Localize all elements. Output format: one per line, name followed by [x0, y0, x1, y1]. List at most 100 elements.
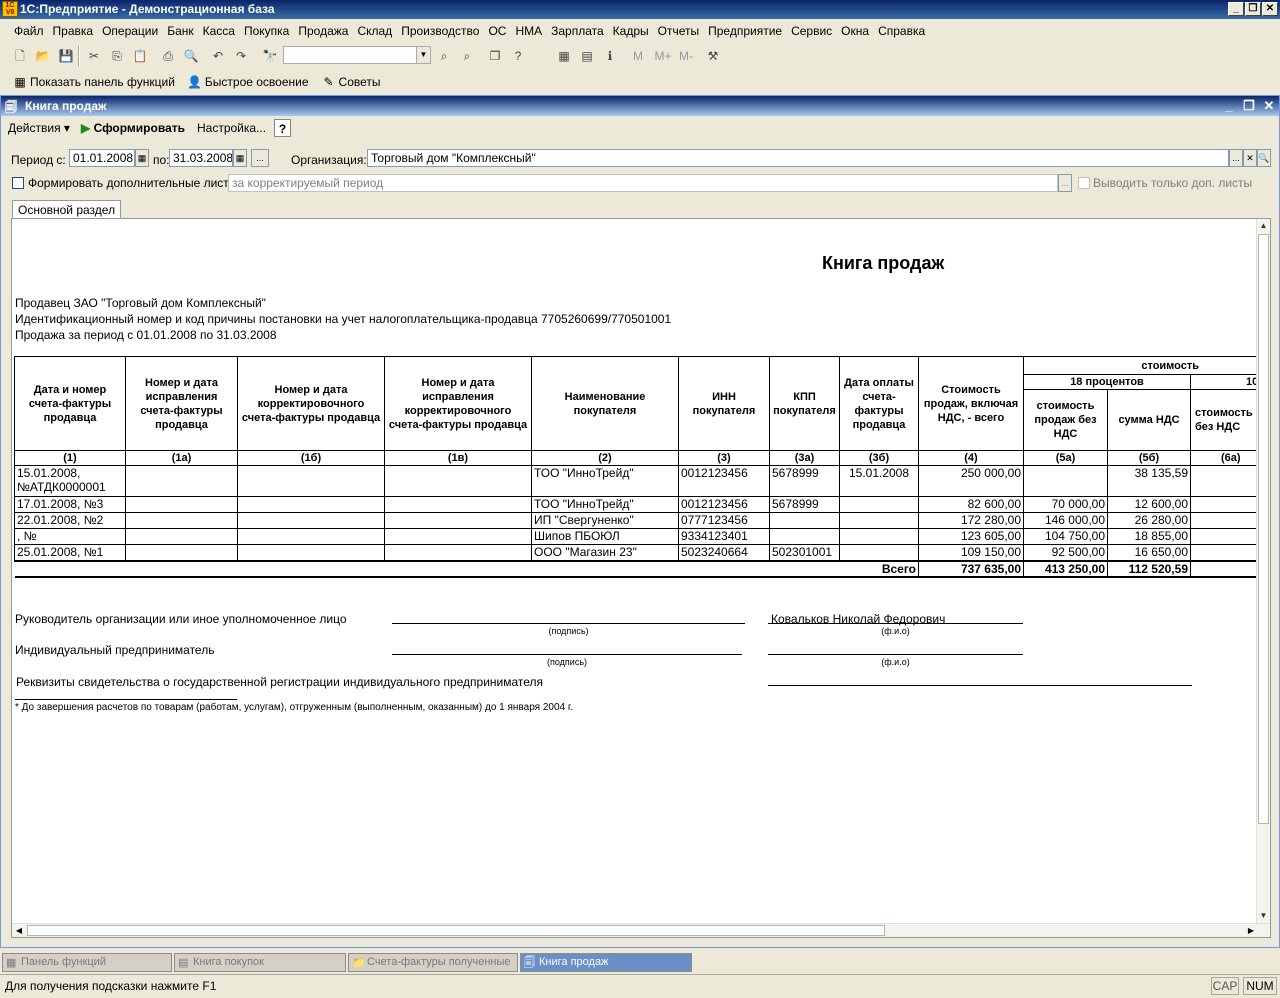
copy-icon[interactable]: ⎘: [109, 48, 125, 64]
calendar-icon[interactable]: ▤: [579, 48, 595, 64]
quick-learn-button[interactable]: 👤 Быстрое освоение: [187, 75, 308, 89]
cell-invoice: 15.01.2008, №АТДК0000001: [14, 465, 126, 497]
tips-button[interactable]: ✎ Советы: [321, 75, 381, 89]
scroll-thumb[interactable]: [1258, 234, 1269, 824]
colnum: (1): [14, 450, 126, 466]
menu-sales[interactable]: Продажа: [298, 24, 348, 38]
period-from-field[interactable]: 01.01.2008: [69, 149, 135, 167]
undo-icon[interactable]: ↶: [210, 48, 226, 64]
menu-help[interactable]: Справка: [878, 24, 925, 38]
redo-icon[interactable]: ↷: [233, 48, 249, 64]
footnote-divider: [15, 699, 237, 700]
maximize-button[interactable]: ❐: [1245, 2, 1261, 16]
scroll-left-icon[interactable]: ◀: [12, 924, 26, 937]
scroll-thumb[interactable]: [27, 925, 885, 936]
cell-vat: 18 855,00: [1107, 528, 1191, 545]
signature-line: [392, 654, 742, 655]
find-next-icon[interactable]: ⌕: [459, 48, 475, 64]
menu-windows[interactable]: Окна: [841, 24, 869, 38]
search-combo[interactable]: ▼: [283, 46, 431, 64]
minimize-button[interactable]: _: [1228, 2, 1244, 16]
vertical-scrollbar[interactable]: ▲ ▼: [1256, 219, 1270, 924]
menu-hr[interactable]: Кадры: [613, 24, 649, 38]
menu-bank[interactable]: Банк: [167, 24, 193, 38]
calculator-icon[interactable]: ▦: [556, 48, 572, 64]
clear-icon[interactable]: ✕: [1243, 149, 1257, 167]
actions-menu-button[interactable]: Действия ▾: [4, 119, 74, 137]
calendar-icon[interactable]: ▦: [233, 149, 247, 167]
help-icon[interactable]: ?: [510, 48, 526, 64]
show-functions-button[interactable]: ▦ Показать панель функций: [12, 75, 175, 89]
new-document-icon[interactable]: 🗋: [12, 48, 28, 64]
fio-label: (ф.и.о): [881, 657, 910, 667]
invoice-number: №АТДК0000001: [17, 480, 106, 494]
extra-sheets-checkbox[interactable]: [12, 177, 24, 189]
menu-salary[interactable]: Зарплата: [551, 24, 604, 38]
search-icon[interactable]: 🔍: [1257, 149, 1271, 167]
cell-pay-date: [839, 496, 919, 513]
toolbar-separator: [78, 46, 80, 66]
registration-line: [768, 685, 1192, 686]
close-button[interactable]: ✕: [1262, 2, 1278, 16]
correction-select-button[interactable]: ...: [1058, 174, 1072, 192]
inn-line: Идентификационный номер и код причины по…: [15, 312, 672, 326]
app-title: 1С:Предприятие - Демонстрационная база: [20, 2, 275, 16]
task-purchase-book[interactable]: ▤ Книга покупок: [174, 953, 346, 972]
tab-main-section[interactable]: Основной раздел: [12, 200, 122, 219]
cut-icon[interactable]: ✂: [86, 48, 102, 64]
org-field[interactable]: Торговый дом "Комплексный": [367, 149, 1229, 167]
menu-purchase[interactable]: Покупка: [244, 24, 289, 38]
info-icon[interactable]: ℹ: [602, 48, 618, 64]
menu-reports[interactable]: Отчеты: [658, 24, 699, 38]
cell-kpp: 502301001: [769, 544, 840, 561]
find-icon[interactable]: 🔭: [262, 48, 278, 64]
period-select-button[interactable]: ...: [251, 149, 269, 167]
doc-restore-button[interactable]: ❐: [1241, 98, 1257, 114]
scroll-right-icon[interactable]: ▶: [1244, 924, 1258, 937]
menu-operations[interactable]: Операции: [102, 24, 158, 38]
document-icon: ▤: [178, 957, 189, 969]
chevron-down-icon[interactable]: ▼: [416, 47, 430, 63]
find-prev-icon[interactable]: ⌕: [436, 48, 452, 64]
doc-close-button[interactable]: ✕: [1261, 98, 1277, 114]
menu-file[interactable]: Файл: [14, 24, 44, 38]
task-invoices-received[interactable]: 📁 Счета-фактуры полученные: [348, 953, 518, 972]
paste-icon[interactable]: 📋: [132, 48, 148, 64]
scroll-up-icon[interactable]: ▲: [1257, 219, 1270, 233]
help-button[interactable]: ?: [274, 119, 291, 137]
windows-icon[interactable]: ❐: [487, 48, 503, 64]
menu-production[interactable]: Производство: [401, 24, 479, 38]
menu-enterprise[interactable]: Предприятие: [708, 24, 782, 38]
horizontal-scrollbar[interactable]: ◀ ▶: [12, 923, 1270, 937]
calendar-icon[interactable]: ▦: [135, 149, 149, 167]
task-functions-panel[interactable]: ▦ Панель функций: [2, 953, 172, 972]
task-sales-book[interactable]: 🗐 Книга продаж: [520, 953, 692, 972]
scroll-down-icon[interactable]: ▼: [1257, 909, 1270, 923]
menu-warehouse[interactable]: Склад: [357, 24, 392, 38]
save-icon[interactable]: 💾: [58, 48, 74, 64]
sign-ip-label: Индивидуальный предприниматель: [15, 643, 215, 657]
menu-service[interactable]: Сервис: [791, 24, 832, 38]
doc-minimize-button[interactable]: _: [1221, 98, 1237, 114]
preview-icon[interactable]: 🔍: [183, 48, 199, 64]
org-select-button[interactable]: ...: [1229, 149, 1243, 167]
only-extra-checkbox[interactable]: [1078, 177, 1090, 189]
period-to-field[interactable]: 31.03.2008: [169, 149, 233, 167]
generate-button[interactable]: ▶ Сформировать: [77, 119, 189, 137]
tools-icon[interactable]: ⚒: [705, 48, 721, 64]
menu-edit[interactable]: Правка: [53, 24, 94, 38]
correction-period-field[interactable]: за корректируемый период: [228, 174, 1058, 192]
menu-nma[interactable]: НМА: [515, 24, 542, 38]
settings-button[interactable]: Настройка...: [193, 119, 270, 137]
period-from-label: Период с:: [11, 153, 66, 167]
menu-os[interactable]: ОС: [488, 24, 506, 38]
header-c5b: сумма НДС: [1107, 389, 1191, 451]
colnum: (5а): [1023, 450, 1108, 466]
menu-cash[interactable]: Касса: [203, 24, 235, 38]
print-icon[interactable]: ⎙: [160, 48, 176, 64]
open-folder-icon[interactable]: 📂: [35, 48, 51, 64]
podpis-label: (подпись): [546, 657, 588, 667]
memory-minus-icon[interactable]: M-: [676, 48, 696, 64]
memory-m-icon[interactable]: M: [630, 48, 646, 64]
memory-plus-icon[interactable]: M+: [653, 48, 673, 64]
